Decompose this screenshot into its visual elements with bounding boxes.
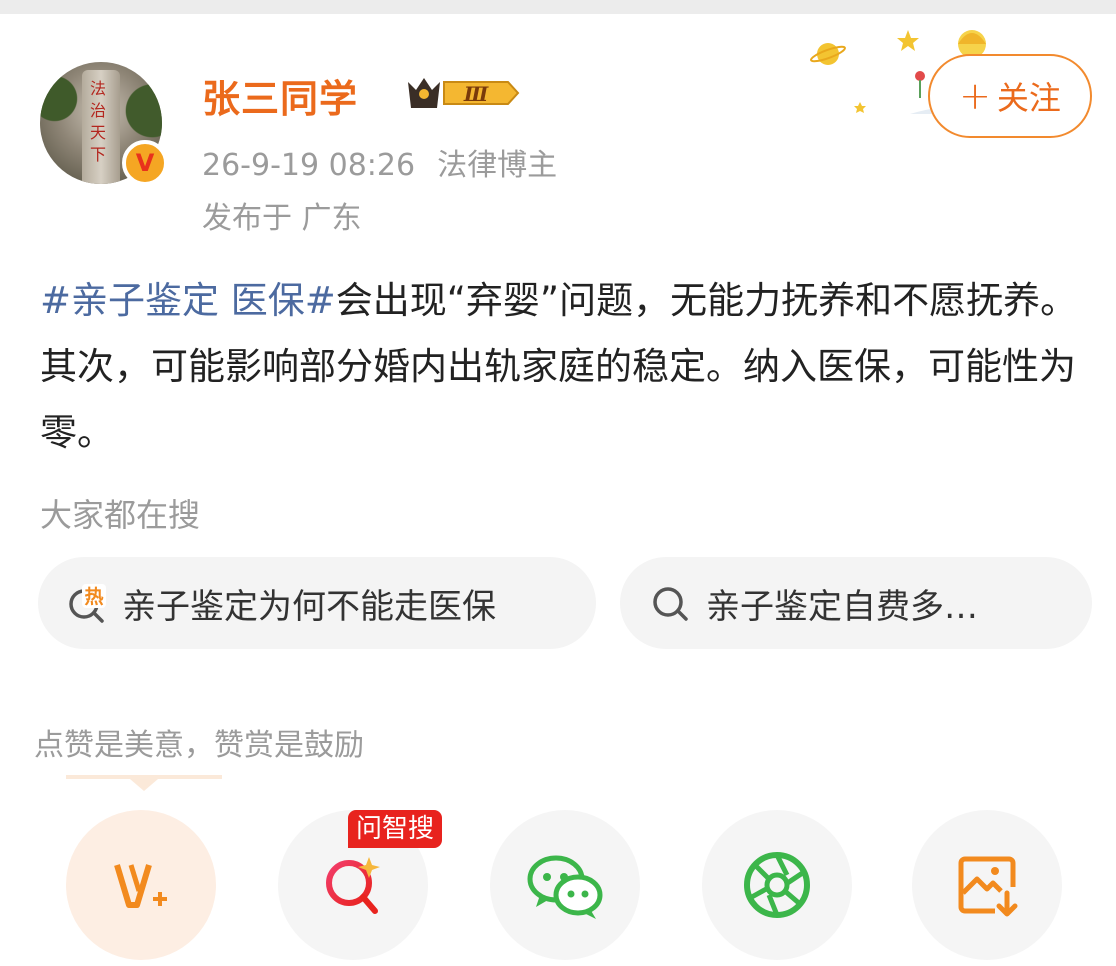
search-chip-text: 亲子鉴定为何不能走医保: [122, 586, 496, 627]
reward-v-plus-button[interactable]: [66, 810, 216, 960]
search-section-title: 大家都在搜: [40, 496, 201, 534]
follow-label: 关注: [996, 79, 1061, 117]
author-name[interactable]: 张三同学: [202, 68, 358, 123]
reward-pointer-caret: [130, 779, 158, 791]
search-chip[interactable]: 亲子鉴定自费多…: [620, 557, 1092, 649]
share-wechat-button[interactable]: [490, 810, 640, 960]
svg-text:热: 热: [84, 585, 103, 608]
follow-button[interactable]: + 关注: [928, 54, 1092, 138]
wechat-icon: [527, 855, 603, 919]
plus-icon: +: [959, 74, 991, 118]
search-chip-text: 亲子鉴定自费多…: [706, 586, 978, 627]
share-moments-button[interactable]: [702, 810, 852, 960]
smart-search-icon: [326, 857, 380, 914]
post-topic-link[interactable]: #亲子鉴定 医保#: [40, 279, 336, 322]
author-title: 法律博主: [437, 148, 558, 183]
search-chip[interactable]: 热 亲子鉴定为何不能走医保: [38, 557, 596, 649]
save-image-icon: [958, 856, 1018, 917]
reward-caption: 点赞是美意，赞赏是鼓励: [34, 728, 364, 763]
post-timestamp: 26-9-19 08:26: [202, 148, 416, 183]
post-body: #亲子鉴定 医保#会出现“弃婴”问题，无能力抚养和不愿抚养。其次，可能影响部分婚…: [40, 268, 1100, 466]
avatar-calligraphy: 法治天下: [90, 79, 107, 164]
v-plus-icon: [114, 864, 167, 908]
svg-text:Ⅲ: Ⅲ: [463, 82, 489, 106]
status-bar-strip: [0, 0, 1116, 14]
moments-icon: [744, 852, 810, 918]
hot-search-icon: 热: [64, 580, 110, 626]
save-image-button[interactable]: [912, 810, 1062, 960]
crown-level-badge-icon: Ⅲ: [408, 78, 520, 108]
search-icon: [648, 580, 694, 626]
post-location: 发布于 广东: [202, 201, 362, 236]
verified-badge-icon: V: [122, 140, 168, 186]
ask-smart-search-tag: 问智搜: [348, 810, 443, 848]
post-meta-line: 26-9-19 08:26 法律博主: [202, 140, 557, 184]
